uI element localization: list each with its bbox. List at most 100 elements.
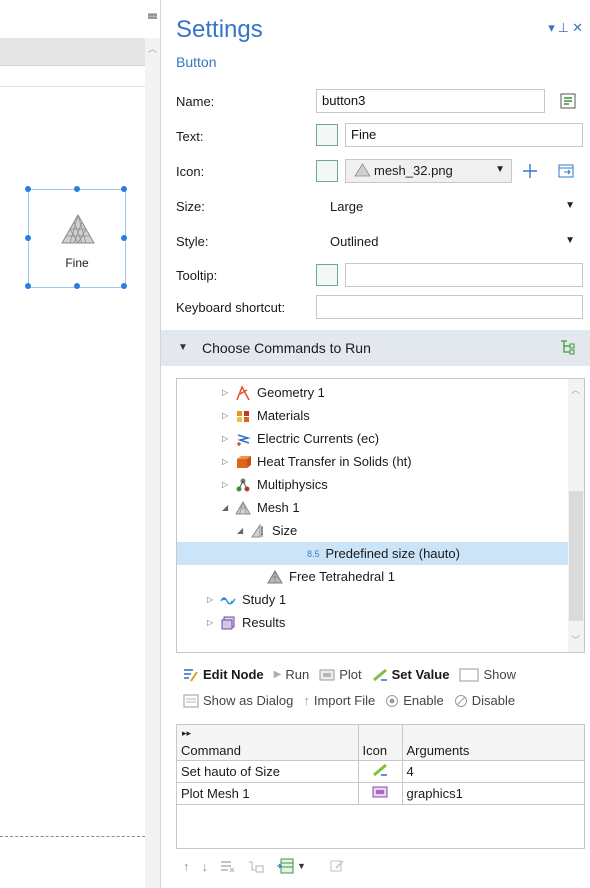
cell-icon[interactable] [358,760,403,783]
resize-handle[interactable] [121,235,127,241]
canvas-scrollbar[interactable]: ︿ [145,38,160,888]
dialog-icon [183,694,199,708]
resize-handle[interactable] [25,235,31,241]
panel-window-controls: ▾⊥✕ [548,20,586,36]
text-link-indicator[interactable] [316,124,338,146]
fast-forward-icon: ▸▸ [182,728,192,738]
tree-item-electric-currents[interactable]: ▷ Electric Currents (ec) [222,427,379,450]
tree-item-study[interactable]: ▷ Study 1 [207,588,286,611]
column-header-icon[interactable]: Icon [358,725,403,761]
commands-section-header[interactable]: ▼ Choose Commands to Run [161,330,590,366]
icon-label: Icon: [176,164,205,179]
tree-scrollbar[interactable]: ︿ ﹀ [568,379,584,652]
command-tree[interactable]: ▷ Geometry 1 ▷ Materials ▷ Electric Curr… [176,378,585,653]
edit-row-icon[interactable] [330,859,344,873]
settings-panel: Settings ▾⊥✕ Button Name: button3 Text: … [161,0,590,888]
cell-arguments[interactable]: 4 [402,760,584,783]
text-field[interactable]: Fine [345,123,583,147]
model-tree-icon[interactable] [558,338,576,359]
resize-handle[interactable] [25,283,31,289]
commands-table[interactable]: ▸▸ Command Icon Arguments Set hauto of Si… [176,724,585,849]
size-select[interactable]: Large ▼ [316,194,583,220]
tree-item-materials[interactable]: ▷ Materials [222,404,310,427]
pin-icon[interactable]: ⊥ [558,20,572,35]
panel-menu-icon[interactable]: ▾ [548,20,558,35]
tree-item-free-tetrahedral[interactable]: Free Tetrahedral 1 [266,565,395,588]
resize-handle[interactable] [25,186,31,192]
run-button[interactable]: ▶ Run [274,667,310,682]
table-row[interactable]: Plot Mesh 1 graphics1 [177,782,584,805]
form-canvas[interactable]: ▬ ▬ ︿ Fine [0,0,160,888]
delete-row-icon[interactable] [220,859,236,873]
table-toolbar: ↑ ↓ ▼ [183,858,356,874]
chevron-down-icon: ▼ [495,164,505,175]
tooltip-field[interactable] [345,263,583,287]
edit-node-button[interactable]: Edit Node [183,667,264,682]
resize-handle[interactable] [121,186,127,192]
free-tetrahedral-icon [266,569,284,585]
splitter-grip-icon[interactable]: ▬ ▬ [148,9,157,21]
tree-item-multiphysics[interactable]: ▷ Multiphysics [222,473,328,496]
tree-item-size[interactable]: ◢ Size [237,519,297,542]
expand-triangle-icon: ▷ [207,595,214,604]
resize-handle[interactable] [74,283,80,289]
heat-transfer-icon [234,454,252,470]
tree-item-geometry[interactable]: ▷ Geometry 1 [222,381,325,404]
tree-scroll-thumb[interactable] [569,491,583,621]
canvas-header-strip [0,38,145,66]
shortcut-field[interactable] [316,295,583,319]
cell-command[interactable]: Set hauto of Size [177,760,359,783]
size-select-value: Large [330,199,364,214]
collapse-triangle-icon[interactable]: ▼ [178,342,188,353]
scroll-up-arrow-icon[interactable]: ︿ [571,383,580,396]
disable-button[interactable]: Disable [454,693,515,708]
table-row[interactable]: Set hauto of Size 4 [177,760,584,783]
move-down-icon[interactable]: ↓ [202,859,209,874]
cell-command[interactable]: Plot Mesh 1 [177,782,359,805]
cell-icon[interactable] [358,782,403,805]
set-value-button[interactable]: Set Value [372,667,449,682]
resize-handle[interactable] [74,186,80,192]
collapse-triangle-icon: ◢ [237,526,244,535]
mesh-icon [234,500,252,516]
tree-item-results[interactable]: ▷ Results [207,611,285,634]
show-button[interactable]: Show [459,667,516,682]
rename-icon[interactable] [557,90,579,112]
tree-item-mesh[interactable]: ◢ Mesh 1 [222,496,300,519]
style-select-value: Outlined [330,234,379,249]
close-icon[interactable]: ✕ [572,20,586,35]
import-icon-button[interactable] [555,160,577,182]
selected-button-widget[interactable]: Fine [25,186,127,289]
tree-item-heat-transfer[interactable]: ▷ Heat Transfer in Solids (ht) [222,450,412,473]
style-select[interactable]: Outlined ▼ [316,229,583,255]
column-header-command[interactable]: ▸▸ Command [177,725,359,761]
column-header-arguments[interactable]: Arguments [402,725,584,761]
show-as-dialog-button[interactable]: Show as Dialog [183,693,293,708]
plot-button[interactable]: Plot [319,667,362,682]
scroll-down-arrow-icon[interactable]: ﹀ [571,633,580,646]
icon-link-indicator[interactable] [316,160,338,182]
scroll-up-arrow-icon[interactable]: ︿ [148,42,157,54]
enable-button[interactable]: Enable [385,693,444,708]
expand-triangle-icon: ▷ [222,480,229,489]
insert-row-icon[interactable] [248,859,264,873]
resize-handle[interactable] [121,283,127,289]
canvas-divider [0,86,145,87]
tree-item-predefined-size[interactable]: 8.5 Predefined size (hauto) [177,542,568,565]
disable-icon [454,694,468,708]
expand-triangle-icon: ▷ [207,618,214,627]
tooltip-link-indicator[interactable] [316,264,338,286]
materials-icon [234,408,252,424]
mesh-icon [354,163,371,177]
add-row-dropdown[interactable]: ▼ [276,858,318,874]
icon-select[interactable]: mesh_32.png ▼ [345,159,512,183]
shortcut-label: Keyboard shortcut: [176,300,286,315]
move-up-icon[interactable]: ↑ [183,859,190,874]
add-icon-button[interactable] [519,160,541,182]
cell-arguments[interactable]: graphics1 [402,782,584,805]
import-file-button[interactable]: ↑ Import File [303,693,375,708]
show-icon [459,668,479,682]
name-field[interactable]: button3 [316,89,545,113]
plot-icon [372,786,388,797]
chevron-down-icon: ▼ [565,200,575,211]
